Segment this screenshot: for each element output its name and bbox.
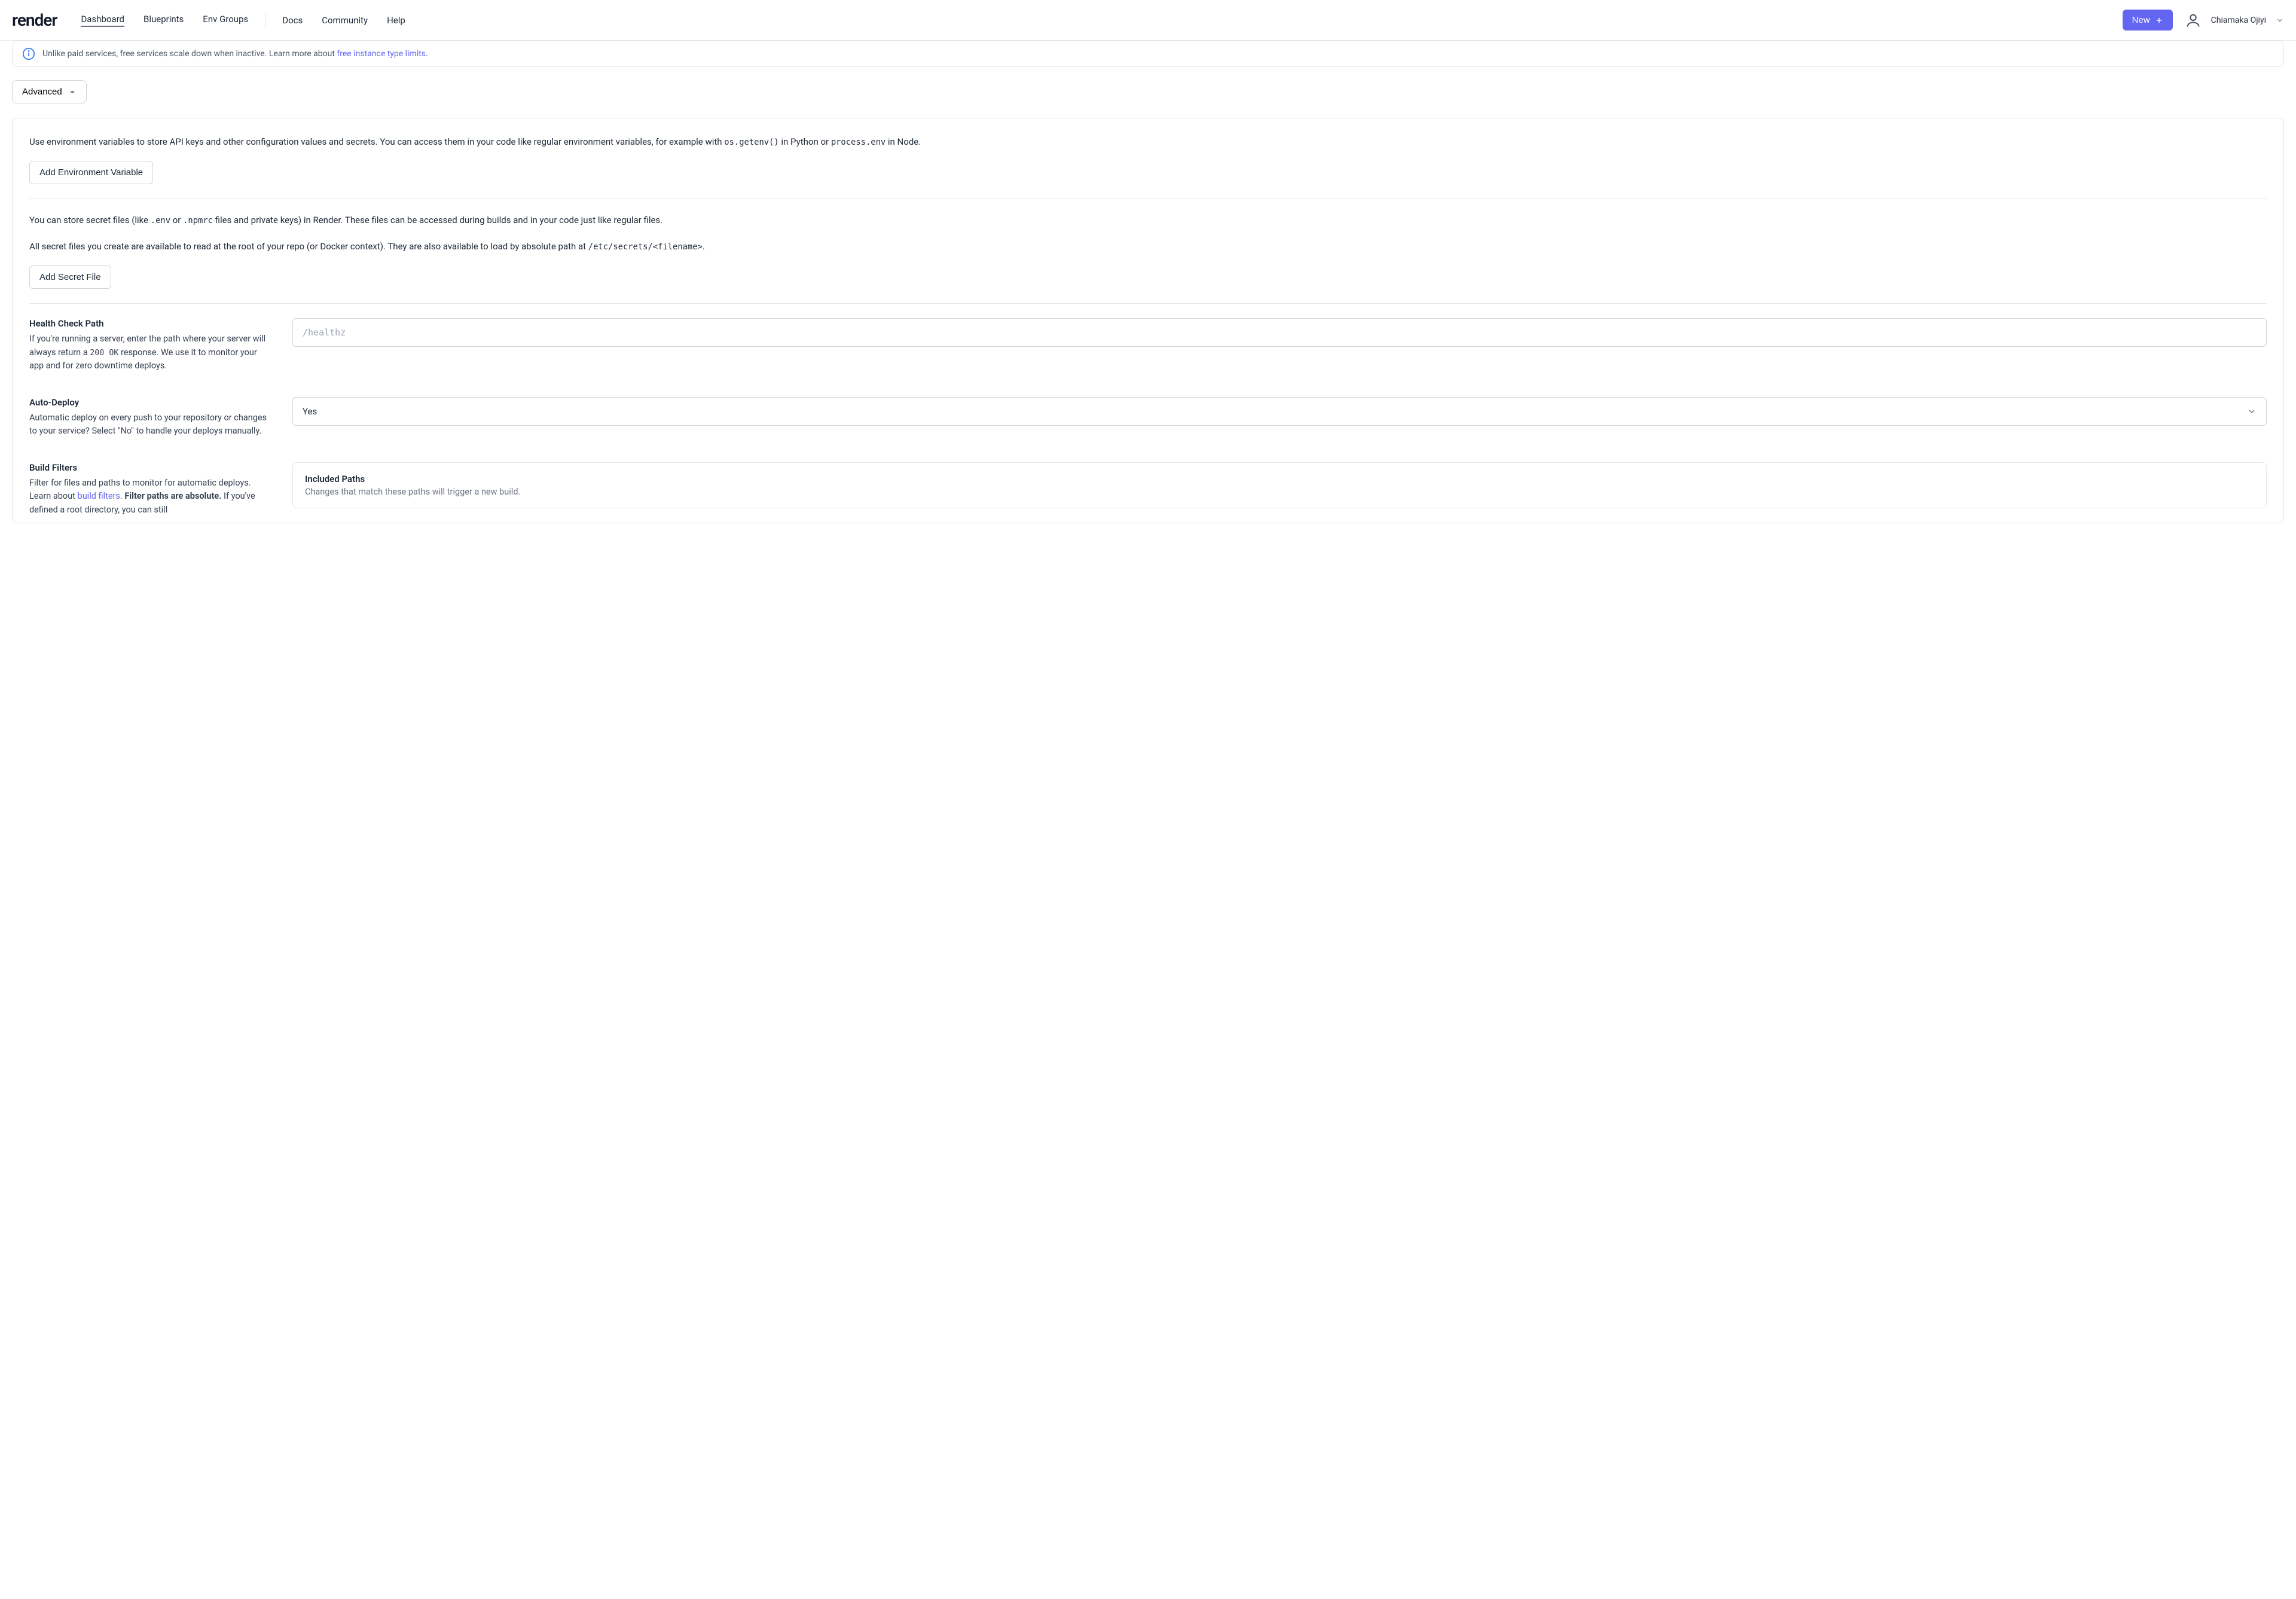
collapse-icon — [68, 88, 77, 96]
chevron-down-icon — [2247, 407, 2257, 416]
chevron-down-icon — [2276, 16, 2284, 25]
nav-blueprints[interactable]: Blueprints — [144, 14, 184, 27]
secondary-nav: Docs Community Help — [282, 15, 405, 26]
avatar-icon — [2185, 12, 2202, 29]
buildfilters-title: Build Filters — [29, 462, 268, 473]
health-desc: If you're running a server, enter the pa… — [29, 332, 268, 373]
nav-help[interactable]: Help — [387, 15, 405, 26]
code-200ok: 200 OK — [90, 349, 118, 358]
plus-icon — [2155, 16, 2163, 25]
banner-link[interactable]: free instance type limits — [337, 49, 426, 59]
code-getenv: os.getenv() — [724, 138, 778, 147]
nav-dashboard[interactable]: Dashboard — [81, 14, 124, 27]
banner-text: Unlike paid services, free services scal… — [42, 49, 337, 59]
included-paths-card: Included Paths Changes that match these … — [292, 462, 2267, 508]
banner-text-after: . — [426, 49, 428, 59]
env-intro: Use environment variables to store API k… — [29, 135, 2267, 149]
buildfilters-desc: Filter for files and paths to monitor fo… — [29, 477, 268, 517]
code-npmrc: .npmrc — [183, 216, 213, 225]
info-icon — [22, 47, 35, 60]
info-banner: Unlike paid services, free services scal… — [12, 41, 2284, 67]
autodeploy-desc: Automatic deploy on every push to your r… — [29, 411, 268, 438]
code-dotenv: .env — [151, 216, 170, 225]
advanced-label: Advanced — [22, 87, 62, 97]
autodeploy-title: Auto-Deploy — [29, 397, 268, 408]
code-secret-path: /etc/secrets/<filename> — [588, 242, 703, 252]
autodeploy-select[interactable]: Yes — [292, 397, 2267, 426]
nav-community[interactable]: Community — [322, 15, 368, 26]
included-paths-title: Included Paths — [305, 474, 2254, 484]
included-paths-desc: Changes that match these paths will trig… — [305, 487, 2254, 497]
build-filters-link[interactable]: build filters — [78, 491, 120, 501]
add-env-var-button[interactable]: Add Environment Variable — [29, 161, 153, 184]
health-check-input[interactable] — [292, 318, 2267, 347]
code-processenv: process.env — [831, 138, 886, 147]
health-title: Health Check Path — [29, 318, 268, 329]
secret-path-text: All secret files you create are availabl… — [29, 240, 2267, 254]
user-menu[interactable]: Chiamaka Ojiyi — [2185, 12, 2284, 29]
add-secret-file-button[interactable]: Add Secret File — [29, 266, 111, 289]
nav-env-groups[interactable]: Env Groups — [203, 14, 248, 27]
new-button[interactable]: New — [2123, 10, 2173, 30]
nav-docs[interactable]: Docs — [282, 15, 303, 26]
logo[interactable]: render — [12, 10, 57, 30]
autodeploy-value: Yes — [303, 406, 317, 417]
primary-nav: Dashboard Blueprints Env Groups — [81, 14, 248, 27]
secret-intro: You can store secret files (like .env or… — [29, 213, 2267, 227]
user-name: Chiamaka Ojiyi — [2211, 16, 2266, 25]
divider — [29, 303, 2267, 304]
new-button-label: New — [2132, 15, 2150, 25]
advanced-toggle[interactable]: Advanced — [12, 80, 87, 103]
advanced-card: Use environment variables to store API k… — [12, 118, 2284, 523]
